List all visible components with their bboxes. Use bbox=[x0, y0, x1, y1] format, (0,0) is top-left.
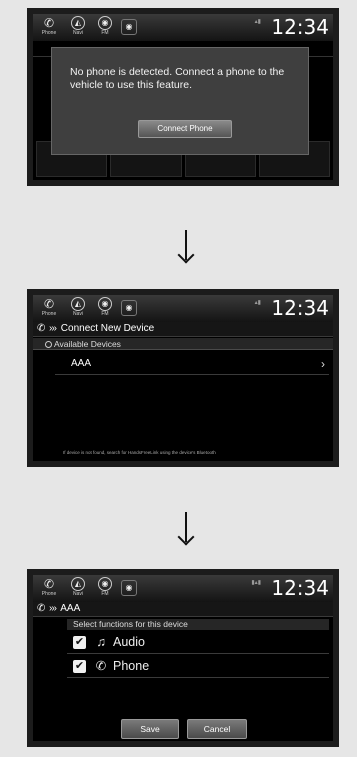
radio-icon: ◉ bbox=[98, 16, 112, 30]
phone-shortcut-label: Phone bbox=[41, 311, 57, 317]
cancel-button[interactable]: Cancel bbox=[187, 719, 247, 739]
home-icon: ◉ bbox=[125, 303, 133, 312]
display: ✆ Phone ◭ Navi ◉ FM ◉ ▴▮ 12:34 ✆ ››› Conn… bbox=[33, 295, 333, 461]
down-arrow-icon bbox=[177, 230, 195, 264]
navi-shortcut[interactable]: ◭ Navi bbox=[66, 577, 90, 598]
signal-icon: ▴▮ bbox=[254, 300, 261, 306]
fm-shortcut[interactable]: ◉ FM bbox=[93, 297, 117, 318]
device-list-item[interactable]: AAA › bbox=[55, 353, 329, 375]
radio-icon: ◉ bbox=[98, 297, 112, 311]
status-bar: ✆ Phone ◭ Navi ◉ FM ◉ ▮▴▮ 12:34 bbox=[33, 575, 333, 602]
function-row-phone[interactable]: ✔ ✆ Phone bbox=[67, 655, 329, 678]
navi-shortcut[interactable]: ◭ Navi bbox=[66, 16, 90, 37]
dialog-message: No phone is detected. Connect a phone to… bbox=[70, 66, 285, 91]
breadcrumb-chevrons-icon: ››› bbox=[49, 323, 57, 334]
phone-shortcut-label: Phone bbox=[41, 591, 57, 597]
phone-icon: ✆ bbox=[43, 297, 55, 311]
available-devices-label: Available Devices bbox=[54, 339, 121, 349]
home-icon: ◉ bbox=[125, 22, 133, 31]
home-button[interactable]: ◉ bbox=[121, 580, 137, 596]
compass-icon: ◭ bbox=[71, 297, 85, 311]
phone-shortcut-label: Phone bbox=[41, 30, 57, 36]
function-label: Phone bbox=[113, 659, 150, 673]
signal-icon: ▴▮ bbox=[254, 19, 261, 25]
phone-icon: ✆ bbox=[37, 323, 46, 334]
function-row-audio[interactable]: ✔ ♫ Audio bbox=[67, 631, 329, 654]
fm-shortcut-label: FM bbox=[101, 591, 109, 597]
select-functions-label: Select functions for this device bbox=[67, 619, 329, 630]
chevron-right-icon: › bbox=[321, 357, 325, 371]
screen-no-phone: ✆ Phone ◭ Navi ◉ FM ◉ ▴▮ 12:34 No phone … bbox=[27, 8, 339, 186]
radio-icon: ◉ bbox=[98, 577, 112, 591]
status-bar: ✆ Phone ◭ Navi ◉ FM ◉ ▴▮ 12:34 bbox=[33, 14, 333, 41]
phone-shortcut[interactable]: ✆ Phone bbox=[37, 297, 61, 318]
fm-shortcut[interactable]: ◉ FM bbox=[93, 577, 117, 598]
home-button[interactable]: ◉ bbox=[121, 19, 137, 35]
breadcrumb-chevrons-icon: ››› bbox=[49, 603, 57, 614]
page-title: Connect New Device bbox=[60, 323, 155, 334]
clock: 12:34 bbox=[271, 15, 329, 39]
navi-shortcut-label: Navi bbox=[72, 591, 83, 597]
compass-icon: ◭ bbox=[71, 16, 85, 30]
phone-shortcut[interactable]: ✆ Phone bbox=[37, 16, 61, 37]
down-arrow-icon bbox=[177, 512, 195, 546]
display: ✆ Phone ◭ Navi ◉ FM ◉ ▮▴▮ 12:34 ✆ ››› AAA… bbox=[33, 575, 333, 741]
phone-shortcut[interactable]: ✆ Phone bbox=[37, 577, 61, 598]
available-devices-header: Available Devices bbox=[33, 338, 333, 350]
page-header: ✆ ››› Connect New Device bbox=[33, 322, 333, 337]
fm-shortcut-label: FM bbox=[101, 311, 109, 317]
no-phone-dialog: No phone is detected. Connect a phone to… bbox=[51, 47, 309, 155]
function-label: Audio bbox=[113, 635, 145, 649]
phone-icon: ✆ bbox=[95, 659, 107, 673]
checkbox-checked-icon[interactable]: ✔ bbox=[73, 636, 86, 649]
navi-shortcut-label: Navi bbox=[72, 30, 83, 36]
music-note-icon: ♫ bbox=[96, 635, 106, 649]
status-bar: ✆ Phone ◭ Navi ◉ FM ◉ ▴▮ 12:34 bbox=[33, 295, 333, 322]
clock: 12:34 bbox=[271, 296, 329, 320]
clock: 12:34 bbox=[271, 576, 329, 600]
navi-shortcut-label: Navi bbox=[72, 311, 83, 317]
searching-indicator-icon bbox=[45, 341, 52, 348]
device-name: AAA bbox=[71, 358, 92, 369]
navi-shortcut[interactable]: ◭ Navi bbox=[66, 297, 90, 318]
save-button[interactable]: Save bbox=[121, 719, 179, 739]
connect-phone-button[interactable]: Connect Phone bbox=[138, 120, 232, 138]
screen-connect-new-device: ✆ Phone ◭ Navi ◉ FM ◉ ▴▮ 12:34 ✆ ››› Conn… bbox=[27, 289, 339, 467]
fm-shortcut[interactable]: ◉ FM bbox=[93, 16, 117, 37]
page-title: AAA bbox=[60, 603, 81, 614]
footnote: If device is not found, search for Hands… bbox=[63, 450, 216, 455]
display: ✆ Phone ◭ Navi ◉ FM ◉ ▴▮ 12:34 No phone … bbox=[33, 14, 333, 180]
phone-icon: ✆ bbox=[43, 16, 55, 30]
page-header: ✆ ››› AAA bbox=[33, 602, 333, 617]
phone-icon: ✆ bbox=[37, 603, 46, 614]
checkbox-checked-icon[interactable]: ✔ bbox=[73, 660, 86, 673]
signal-icon: ▮▴▮ bbox=[251, 580, 261, 586]
home-button[interactable]: ◉ bbox=[121, 300, 137, 316]
phone-icon: ✆ bbox=[43, 577, 55, 591]
compass-icon: ◭ bbox=[71, 577, 85, 591]
screen-select-functions: ✆ Phone ◭ Navi ◉ FM ◉ ▮▴▮ 12:34 ✆ ››› AAA… bbox=[27, 569, 339, 747]
fm-shortcut-label: FM bbox=[101, 30, 109, 36]
home-icon: ◉ bbox=[125, 583, 133, 592]
